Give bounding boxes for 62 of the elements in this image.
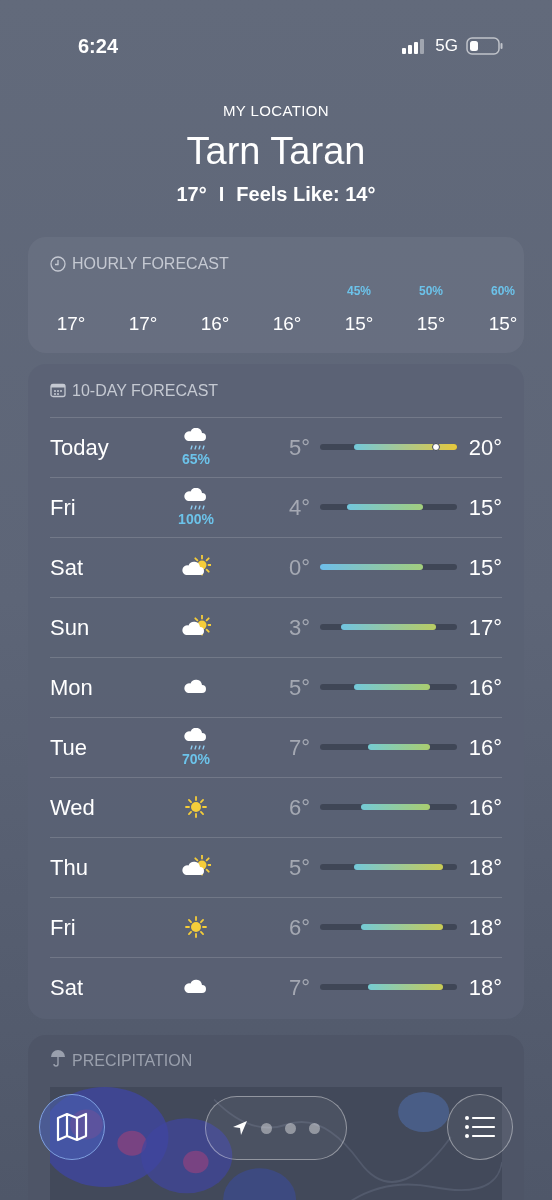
- clock-icon: [50, 255, 66, 272]
- hour-temperature: 16°: [200, 311, 230, 336]
- location-arrow-icon[interactable]: [232, 1120, 248, 1136]
- location-label: MY LOCATION: [222, 101, 330, 121]
- low-temperature: 5°: [287, 673, 311, 702]
- umbrella-icon: [50, 1048, 66, 1067]
- high-temperature: 15°: [467, 553, 502, 582]
- day-label: Wed: [50, 793, 96, 822]
- high-temperature: 18°: [467, 973, 502, 1002]
- hour-temperature: 15°: [416, 311, 446, 336]
- low-temperature: 5°: [287, 433, 311, 462]
- map-icon: [56, 1112, 88, 1142]
- temperature-range-bar: [361, 804, 430, 810]
- city-name: Tarn Taran: [186, 128, 366, 174]
- high-temperature: 16°: [467, 733, 502, 762]
- hour-temperature: 15°: [488, 311, 518, 336]
- battery-icon: [466, 37, 504, 55]
- day-label: Tue: [50, 733, 89, 762]
- day-label: Sat: [50, 973, 85, 1002]
- low-temperature: 3°: [287, 613, 311, 642]
- high-temperature: 18°: [467, 913, 502, 942]
- high-temperature: 18°: [467, 853, 502, 882]
- day-label: Sun: [50, 613, 91, 642]
- precipitation-chance: 70%: [182, 752, 210, 766]
- hour-temperature: 15°: [344, 311, 374, 336]
- day-label: Thu: [50, 853, 89, 882]
- card-title: 10-DAY FORECAST: [72, 380, 219, 401]
- hour-temperature: 16°: [272, 311, 302, 336]
- network-label: 5G: [435, 35, 458, 58]
- low-temperature: 4°: [287, 493, 311, 522]
- current-temperature: 17°: [176, 181, 207, 207]
- day-label: Today: [50, 433, 110, 462]
- card-title: HOURLY FORECAST: [72, 253, 229, 274]
- precipitation-chance: 65%: [182, 452, 210, 466]
- temperature-range-bar: [367, 744, 430, 750]
- high-temperature: 15°: [467, 493, 502, 522]
- low-temperature: 7°: [287, 973, 311, 1002]
- hour-temperature: 17°: [128, 311, 158, 336]
- high-temperature: 17°: [467, 613, 502, 642]
- separator: I: [218, 181, 225, 207]
- day-label: Fri: [50, 913, 77, 942]
- high-temperature: 16°: [467, 793, 502, 822]
- card-title: PRECIPITATION: [72, 1050, 193, 1071]
- low-temperature: 7°: [287, 733, 311, 762]
- day-label: Fri: [50, 493, 77, 522]
- high-temperature: 20°: [467, 433, 502, 462]
- high-temperature: 16°: [467, 673, 502, 702]
- low-temperature: 5°: [287, 853, 311, 882]
- low-temperature: 6°: [287, 913, 311, 942]
- calendar-icon: [50, 383, 66, 398]
- status-time: 6:24: [78, 34, 119, 59]
- precipitation-chance: 60%: [491, 283, 515, 298]
- day-label: Mon: [50, 673, 94, 702]
- low-temperature: 6°: [287, 793, 311, 822]
- feels-like-text: Feels Like: 14°: [236, 181, 376, 207]
- day-label: Sat: [50, 553, 85, 582]
- precipitation-chance: 100%: [178, 512, 214, 526]
- low-temperature: 0°: [287, 553, 311, 582]
- hour-temperature: 17°: [56, 311, 86, 336]
- precipitation-chance: 45%: [347, 283, 371, 298]
- list-icon: [464, 1115, 496, 1139]
- precipitation-chance: 50%: [419, 283, 443, 298]
